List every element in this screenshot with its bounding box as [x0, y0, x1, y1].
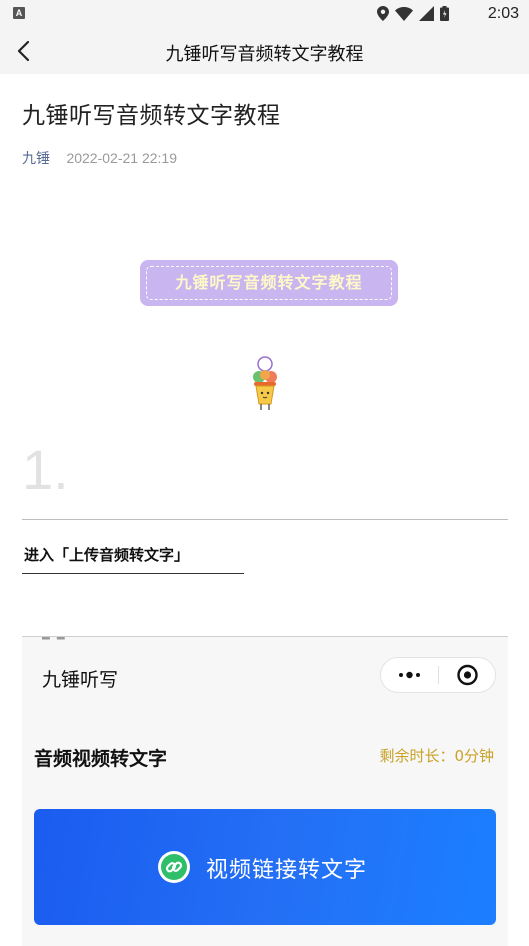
nav-bar: 九锤听写音频转文字教程	[0, 28, 529, 74]
crop-mark: ▀ ▀	[42, 636, 67, 646]
mini-app-title: 九锤听写	[42, 669, 119, 691]
author-link[interactable]: 九锤	[22, 151, 50, 167]
title-banner-text: 九锤听写音频转文字教程	[146, 266, 392, 300]
convert-button-label: 视频链接转文字	[206, 858, 368, 883]
publish-date: 2022-02-21 22:19	[66, 150, 177, 166]
article-title: 九锤听写音频转文字教程	[22, 103, 281, 129]
notification-icon: A	[13, 7, 25, 19]
location-icon	[377, 6, 389, 21]
wifi-icon	[395, 6, 413, 21]
title-banner: 九锤听写音频转文字教程	[140, 260, 398, 306]
video-link-convert-button[interactable]: 视频链接转文字	[34, 809, 496, 925]
more-button[interactable]	[381, 658, 438, 692]
article-meta: 九锤 2022-02-21 22:19	[22, 148, 177, 168]
section-title: 音频视频转文字	[34, 748, 168, 770]
step-label: 进入「上传音频转文字」	[24, 546, 190, 564]
nav-title: 九锤听写音频转文字教程	[165, 44, 364, 65]
step-underline	[22, 573, 244, 574]
target-close-icon	[457, 664, 478, 686]
close-mini-app-button[interactable]	[439, 658, 496, 692]
status-icons	[377, 6, 449, 21]
clock: 2:03	[487, 5, 519, 22]
ice-cream-mascot-icon	[253, 356, 277, 410]
remaining-time: 剩余时长：0分钟	[379, 747, 494, 765]
embedded-app-screenshot: ▀ ▀ 九锤听写 音频视频转文字 剩余时长：0分钟 视频链接转文字	[22, 636, 508, 946]
status-bar: A 2:03	[0, 0, 529, 28]
more-dots-icon	[399, 671, 420, 679]
signal-icon	[419, 6, 434, 21]
link-icon	[158, 851, 190, 883]
battery-icon	[440, 6, 449, 21]
step-number: 1.	[22, 438, 69, 501]
mini-app-capsule	[380, 657, 496, 693]
section-divider	[22, 519, 508, 520]
